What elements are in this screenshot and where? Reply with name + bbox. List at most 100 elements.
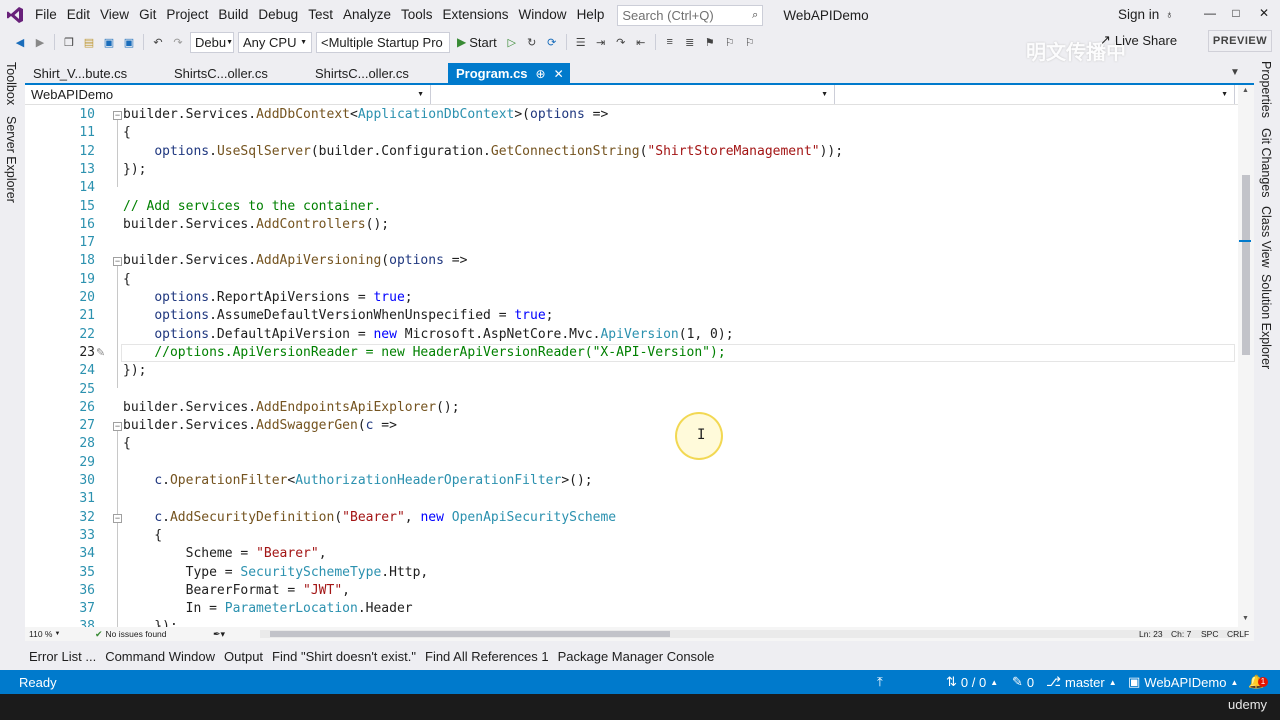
bookmark-prev-icon[interactable]: ⚐: [722, 34, 738, 50]
start-without-debugging-icon[interactable]: ▷: [504, 34, 520, 50]
code-line[interactable]: 27 builder.Services.AddSwaggerGen(c =>: [25, 417, 1238, 435]
project-scope-select[interactable]: WebAPIDemo ▼: [25, 85, 431, 104]
code-line[interactable]: 33 {: [25, 527, 1238, 545]
save-all-icon[interactable]: ▣: [121, 34, 137, 50]
toolbox-tab[interactable]: Toolbox: [4, 62, 18, 105]
code-line[interactable]: 30 c.OperationFilter<AuthorizationHeader…: [25, 472, 1238, 490]
close-window-button[interactable]: ✕: [1250, 0, 1278, 26]
bookmark-next-icon[interactable]: ⚐: [742, 34, 758, 50]
issues-indicator[interactable]: ✔ No issues found: [95, 629, 167, 640]
horizontal-scrollbar[interactable]: [260, 630, 1245, 638]
tab-package-manager-console[interactable]: Package Manager Console: [558, 649, 715, 664]
code-line[interactable]: 35 Type = SecuritySchemeType.Http,: [25, 564, 1238, 582]
code-line[interactable]: 25: [25, 381, 1238, 399]
branch-selector[interactable]: ⎇ master ▲: [1046, 674, 1117, 690]
menu-test[interactable]: Test: [303, 0, 338, 30]
whitespace-indicator[interactable]: SPC: [1201, 629, 1218, 639]
code-line[interactable]: 13});: [25, 161, 1238, 179]
step-into-icon[interactable]: ⇥: [593, 34, 609, 50]
menu-tools[interactable]: Tools: [396, 0, 438, 30]
code-line[interactable]: 11 {: [25, 124, 1238, 142]
code-line[interactable]: 31: [25, 490, 1238, 508]
tab-command-window[interactable]: Command Window: [105, 649, 215, 664]
member-scope-select[interactable]: ▼: [835, 85, 1235, 104]
menu-help[interactable]: Help: [572, 0, 610, 30]
startup-project-select[interactable]: <Multiple Startup Pro: [316, 31, 450, 53]
tab-find-results[interactable]: Find "Shirt doesn't exist.": [272, 649, 416, 664]
tab-find-all-references[interactable]: Find All References 1: [425, 649, 549, 664]
tab-shirts-controller-2[interactable]: ShirtsC...oller.cs: [307, 63, 448, 84]
tab-shirt-validate-attribute[interactable]: Shirt_V...bute.cs: [25, 63, 166, 84]
pin-icon[interactable]: ⊕: [536, 67, 546, 81]
line-ending-indicator[interactable]: CRLF: [1227, 629, 1249, 639]
code-line[interactable]: 16 builder.Services.AddControllers();: [25, 216, 1238, 234]
save-icon[interactable]: ▣: [101, 34, 117, 50]
class-view-tab[interactable]: Class View: [1259, 206, 1273, 268]
redo-icon[interactable]: ↷: [170, 34, 186, 50]
vertical-scrollbar[interactable]: ▲ ▼: [1238, 85, 1254, 627]
code-line[interactable]: 23 //options.ApiVersionReader = new Head…: [25, 343, 1238, 362]
hot-reload-icon[interactable]: ↻: [524, 34, 540, 50]
menu-build[interactable]: Build: [213, 0, 253, 30]
code-line[interactable]: 28 {: [25, 435, 1238, 453]
menu-view[interactable]: View: [95, 0, 134, 30]
live-share-button[interactable]: ↗ Live Share: [1100, 32, 1177, 48]
code-line[interactable]: 18 builder.Services.AddApiVersioning(opti…: [25, 252, 1238, 270]
menu-window[interactable]: Window: [514, 0, 572, 30]
code-line[interactable]: 24});: [25, 362, 1238, 380]
preview-badge[interactable]: PREVIEW: [1208, 30, 1272, 52]
solution-explorer-tab[interactable]: Solution Explorer: [1259, 274, 1273, 369]
new-project-icon[interactable]: ❒: [61, 34, 77, 50]
sync-status[interactable]: ⇅ 0 / 0 ▲: [946, 674, 998, 690]
tab-shirts-controller-1[interactable]: ShirtsC...oller.cs: [166, 63, 307, 84]
tab-output[interactable]: Output: [224, 649, 263, 664]
code-line[interactable]: 14: [25, 179, 1238, 197]
server-explorer-tab[interactable]: Server Explorer: [4, 116, 18, 203]
step-out-icon[interactable]: ⇤: [633, 34, 649, 50]
signin-button[interactable]: Sign in ♁: [1118, 0, 1174, 30]
code-line[interactable]: 32 c.AddSecurityDefinition("Bearer", new…: [25, 509, 1238, 527]
tab-program-cs[interactable]: Program.cs ⊕ ✕: [448, 63, 570, 84]
collapse-region-icon[interactable]: −: [113, 257, 122, 267]
collapse-region-icon[interactable]: −: [113, 513, 122, 523]
close-icon[interactable]: ✕: [554, 67, 564, 81]
forward-icon[interactable]: ▶: [32, 34, 48, 50]
properties-tab[interactable]: Properties: [1259, 61, 1273, 118]
minimize-button[interactable]: —: [1196, 0, 1224, 26]
git-changes-tab[interactable]: Git Changes: [1259, 128, 1273, 197]
open-folder-icon[interactable]: ▤: [81, 34, 97, 50]
code-line[interactable]: 17: [25, 234, 1238, 252]
code-cleanup-icon[interactable]: ✒▾: [213, 629, 225, 640]
code-line[interactable]: 34 Scheme = "Bearer",: [25, 545, 1238, 563]
back-icon[interactable]: ◀: [12, 34, 28, 50]
comment-icon[interactable]: ≡: [662, 34, 678, 50]
tab-error-list[interactable]: Error List ...: [29, 649, 96, 664]
configuration-select[interactable]: Debu ▼: [190, 31, 234, 53]
pending-edits[interactable]: ✎ 0: [1012, 674, 1034, 690]
menu-analyze[interactable]: Analyze: [338, 0, 396, 30]
collapse-region-icon[interactable]: −: [113, 422, 122, 432]
scroll-down-icon[interactable]: ▼: [1242, 615, 1249, 622]
code-editor[interactable]: 10 builder.Services.AddDbContext<Applicat…: [25, 105, 1238, 627]
menu-project[interactable]: Project: [161, 0, 213, 30]
zoom-select[interactable]: 110 % ▼: [29, 629, 60, 639]
menu-git[interactable]: Git: [134, 0, 161, 30]
code-line[interactable]: 22 options.DefaultApiVersion = new Micro…: [25, 326, 1238, 344]
code-line[interactable]: 38 });: [25, 618, 1238, 627]
browser-link-icon[interactable]: ☰: [573, 34, 589, 50]
bookmark-icon[interactable]: ⚑: [702, 34, 718, 50]
horizontal-scrollbar-thumb[interactable]: [270, 631, 670, 637]
start-button[interactable]: ▶ Start: [454, 35, 500, 50]
collapse-region-icon[interactable]: −: [113, 111, 122, 120]
refresh-icon[interactable]: ⟳: [544, 34, 560, 50]
platform-select[interactable]: Any CPU ▼: [238, 31, 312, 53]
type-scope-select[interactable]: ▼: [431, 85, 835, 104]
menu-edit[interactable]: Edit: [62, 0, 95, 30]
code-line[interactable]: 12 options.UseSqlServer(builder.Configur…: [25, 143, 1238, 161]
code-line[interactable]: 21 options.AssumeDefaultVersionWhenUnspe…: [25, 307, 1238, 325]
repository-selector[interactable]: ▣ WebAPIDemo ▲: [1128, 674, 1238, 690]
code-line[interactable]: 29: [25, 454, 1238, 472]
maximize-button[interactable]: □: [1222, 0, 1250, 26]
code-line[interactable]: 15 // Add services to the container.: [25, 198, 1238, 216]
step-over-icon[interactable]: ↷: [613, 34, 629, 50]
